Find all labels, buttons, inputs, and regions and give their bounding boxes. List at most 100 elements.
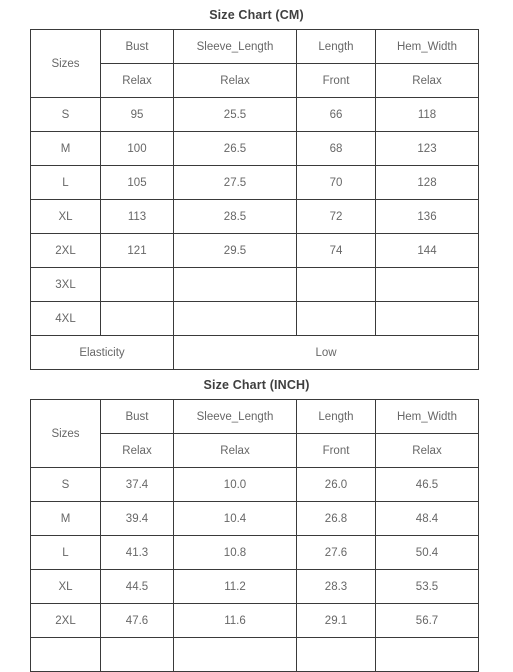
cell-hem-width: 128 bbox=[375, 165, 479, 200]
cell-hem-width bbox=[375, 637, 479, 672]
cell-length: 28.3 bbox=[296, 569, 376, 604]
cell-bust: 105 bbox=[100, 165, 174, 200]
size-chart-page: Size Chart (CM) Sizes Bust Sleeve_Length… bbox=[0, 0, 513, 672]
cell-sleeve-length: 10.4 bbox=[173, 501, 297, 536]
size-chart-inch-body: S 37.4 10.0 26.0 46.5 M 39.4 10.4 26.8 4… bbox=[30, 467, 479, 672]
header-cell-sleeve-length: Sleeve_Length bbox=[173, 29, 297, 64]
cell-length: 72 bbox=[296, 199, 376, 234]
size-chart-inch-table: Sizes Bust Sleeve_Length Length Hem_Widt… bbox=[30, 399, 479, 672]
cell-size: XL bbox=[30, 199, 101, 234]
header-cell-sleeve-length: Sleeve_Length bbox=[173, 399, 297, 434]
header-cell-sizes: Sizes bbox=[30, 29, 101, 98]
size-chart-inch-header: Sizes Bust Sleeve_Length Length Hem_Widt… bbox=[30, 399, 479, 468]
cell-sleeve-length: 11.6 bbox=[173, 603, 297, 638]
cell-length bbox=[296, 267, 376, 302]
table-row: S 95 25.5 66 118 bbox=[30, 97, 479, 132]
cell-length: 26.8 bbox=[296, 501, 376, 536]
header-cell-length: Length bbox=[296, 399, 376, 434]
cell-hem-width: 56.7 bbox=[375, 603, 479, 638]
cell-bust: 95 bbox=[100, 97, 174, 132]
cell-size: M bbox=[30, 131, 101, 166]
header-cell-hem-width-fit: Relax bbox=[375, 433, 479, 468]
size-chart-cm-header: Sizes Bust Sleeve_Length Length Hem_Widt… bbox=[30, 29, 479, 98]
cell-length: 26.0 bbox=[296, 467, 376, 502]
cell-length: 74 bbox=[296, 233, 376, 268]
cell-size: 3XL bbox=[30, 267, 101, 302]
header-cell-sizes: Sizes bbox=[30, 399, 101, 468]
table-row: M 39.4 10.4 26.8 48.4 bbox=[30, 501, 479, 536]
cell-sleeve-length: 10.0 bbox=[173, 467, 297, 502]
header-cell-sleeve-length-fit: Relax bbox=[173, 63, 297, 98]
cell-bust: 100 bbox=[100, 131, 174, 166]
cell-size: M bbox=[30, 501, 101, 536]
table-row: 4XL bbox=[30, 301, 479, 336]
cell-size: XL bbox=[30, 569, 101, 604]
elasticity-label: Elasticity bbox=[30, 335, 174, 370]
elasticity-value: Low bbox=[173, 335, 479, 370]
cell-size: 4XL bbox=[30, 301, 101, 336]
size-chart-cm-block: Size Chart (CM) Sizes Bust Sleeve_Length… bbox=[0, 0, 513, 370]
cell-sleeve-length: 26.5 bbox=[173, 131, 297, 166]
cell-bust: 44.5 bbox=[100, 569, 174, 604]
cell-hem-width: 53.5 bbox=[375, 569, 479, 604]
cell-sleeve-length bbox=[173, 637, 297, 672]
cell-size: 2XL bbox=[30, 603, 101, 638]
cell-bust bbox=[100, 301, 174, 336]
cell-hem-width: 123 bbox=[375, 131, 479, 166]
cell-bust: 113 bbox=[100, 199, 174, 234]
cell-size: L bbox=[30, 165, 101, 200]
cell-length: 27.6 bbox=[296, 535, 376, 570]
cell-hem-width: 144 bbox=[375, 233, 479, 268]
table-row: L 41.3 10.8 27.6 50.4 bbox=[30, 535, 479, 570]
cell-size: S bbox=[30, 467, 101, 502]
cell-length bbox=[296, 301, 376, 336]
cell-hem-width: 118 bbox=[375, 97, 479, 132]
table-row: 2XL 121 29.5 74 144 bbox=[30, 233, 479, 268]
cell-bust: 41.3 bbox=[100, 535, 174, 570]
header-cell-bust-fit: Relax bbox=[100, 63, 174, 98]
cell-hem-width: 46.5 bbox=[375, 467, 479, 502]
header-cell-length-fit: Front bbox=[296, 433, 376, 468]
cell-length: 29.1 bbox=[296, 603, 376, 638]
cell-length bbox=[296, 637, 376, 672]
cell-bust: 121 bbox=[100, 233, 174, 268]
cell-size bbox=[30, 637, 101, 672]
table-row: 2XL 47.6 11.6 29.1 56.7 bbox=[30, 603, 479, 638]
header-row-measurements: Sizes Bust Sleeve_Length Length Hem_Widt… bbox=[30, 29, 479, 98]
cell-bust: 39.4 bbox=[100, 501, 174, 536]
header-cell-length: Length bbox=[296, 29, 376, 64]
cell-size: L bbox=[30, 535, 101, 570]
cell-sleeve-length: 25.5 bbox=[173, 97, 297, 132]
cell-length: 70 bbox=[296, 165, 376, 200]
cell-length: 68 bbox=[296, 131, 376, 166]
table-row: 3XL bbox=[30, 267, 479, 302]
table-row: S 37.4 10.0 26.0 46.5 bbox=[30, 467, 479, 502]
header-cell-length-fit: Front bbox=[296, 63, 376, 98]
header-cell-hem-width: Hem_Width bbox=[375, 29, 479, 64]
cell-sleeve-length: 27.5 bbox=[173, 165, 297, 200]
table-row: M 100 26.5 68 123 bbox=[30, 131, 479, 166]
cell-sleeve-length bbox=[173, 267, 297, 302]
cell-hem-width: 48.4 bbox=[375, 501, 479, 536]
cell-bust bbox=[100, 267, 174, 302]
table-row bbox=[30, 637, 479, 672]
cell-hem-width: 50.4 bbox=[375, 535, 479, 570]
cell-size: S bbox=[30, 97, 101, 132]
header-row-measurements: Sizes Bust Sleeve_Length Length Hem_Widt… bbox=[30, 399, 479, 468]
cell-sleeve-length: 11.2 bbox=[173, 569, 297, 604]
cell-sleeve-length bbox=[173, 301, 297, 336]
cell-hem-width bbox=[375, 301, 479, 336]
size-chart-cm-body: S 95 25.5 66 118 M 100 26.5 68 123 L 105… bbox=[30, 97, 479, 370]
table-row: L 105 27.5 70 128 bbox=[30, 165, 479, 200]
cell-sleeve-length: 10.8 bbox=[173, 535, 297, 570]
size-chart-cm-title: Size Chart (CM) bbox=[209, 8, 304, 22]
header-cell-bust: Bust bbox=[100, 399, 174, 434]
cell-bust bbox=[100, 637, 174, 672]
header-cell-hem-width: Hem_Width bbox=[375, 399, 479, 434]
cell-bust: 37.4 bbox=[100, 467, 174, 502]
header-cell-bust-fit: Relax bbox=[100, 433, 174, 468]
cell-sleeve-length: 28.5 bbox=[173, 199, 297, 234]
table-row: XL 44.5 11.2 28.3 53.5 bbox=[30, 569, 479, 604]
table-row: XL 113 28.5 72 136 bbox=[30, 199, 479, 234]
cell-length: 66 bbox=[296, 97, 376, 132]
